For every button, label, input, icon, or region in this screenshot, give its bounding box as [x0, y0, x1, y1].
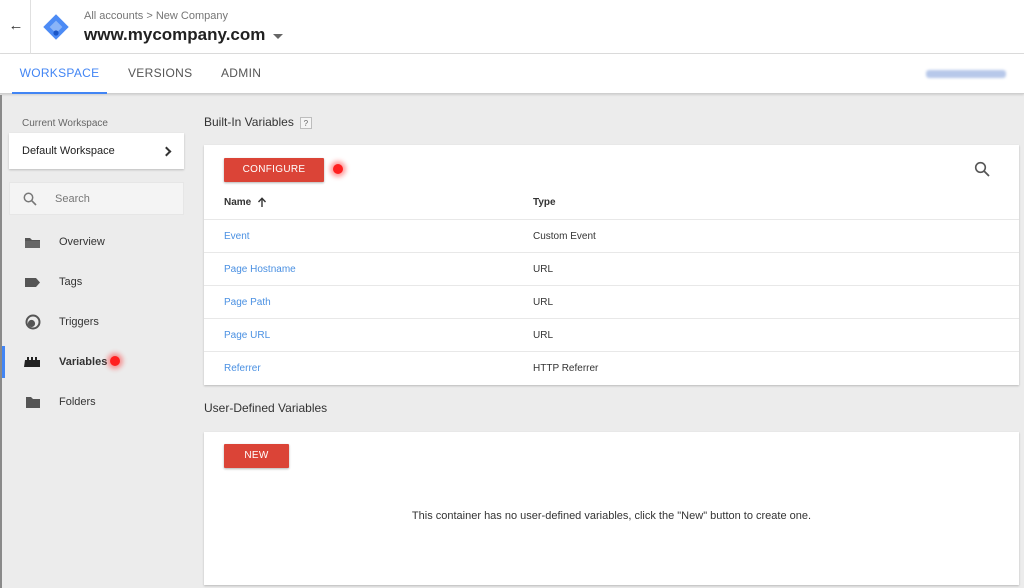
folder-icon — [24, 394, 41, 411]
table-row: Page URL URL — [204, 318, 1019, 351]
search-input[interactable] — [55, 192, 165, 205]
workspace-selector[interactable]: Default Workspace — [9, 133, 184, 169]
user-defined-variables-title: User-Defined Variables — [204, 401, 328, 415]
tab-versions[interactable]: VERSIONS — [128, 54, 192, 94]
builtin-variables-card: CONFIGURE Name Type Event Custom Event P… — [204, 145, 1019, 385]
variable-name-link[interactable]: Page Hostname — [224, 264, 296, 275]
breadcrumb[interactable]: All accounts > New Company — [84, 10, 228, 22]
arrow-left-icon[interactable]: ← — [6, 16, 26, 36]
builtin-variables-title: Built-In Variables? — [204, 115, 312, 129]
user-defined-variables-card: NEW This container has no user-defined v… — [204, 432, 1019, 585]
sidebar-search[interactable] — [9, 182, 184, 215]
column-header-name[interactable]: Name — [224, 197, 267, 208]
sidebar-item-tags[interactable]: Tags — [2, 266, 186, 298]
sidebar-item-overview[interactable]: Overview — [2, 226, 186, 258]
variable-name-link[interactable]: Referrer — [224, 363, 261, 374]
account-email-redacted[interactable] — [926, 70, 1006, 78]
arrow-up-icon — [258, 197, 267, 207]
variable-name-link[interactable]: Page URL — [224, 330, 270, 341]
tab-bar: WORKSPACE VERSIONS ADMIN — [0, 54, 1024, 94]
table-row: Event Custom Event — [204, 219, 1019, 252]
column-header-type[interactable]: Type — [533, 197, 556, 208]
search-icon[interactable] — [974, 161, 990, 177]
sidebar-item-label: Tags — [59, 276, 83, 288]
window-edge — [0, 95, 2, 588]
top-header: ← All accounts > New Company www.mycompa… — [0, 0, 1024, 54]
header-divider — [30, 0, 31, 54]
sidebar-item-variables[interactable]: Variables — [2, 346, 186, 378]
caret-down-icon — [273, 33, 284, 39]
sidebar-item-triggers[interactable]: Triggers — [2, 306, 186, 338]
tab-workspace[interactable]: WORKSPACE — [12, 54, 107, 94]
tag-icon — [24, 274, 41, 291]
variable-type: Custom Event — [533, 231, 596, 242]
table-row: Page Path URL — [204, 285, 1019, 318]
variable-name-link[interactable]: Event — [224, 231, 250, 242]
variable-type: URL — [533, 297, 554, 308]
new-variable-button[interactable]: NEW — [224, 444, 289, 468]
chevron-right-icon — [161, 146, 172, 156]
search-icon — [23, 192, 37, 206]
table-row: Page Hostname URL — [204, 252, 1019, 285]
sidebar-item-label: Overview — [59, 236, 105, 248]
container-selector[interactable]: www.mycompany.com — [84, 25, 284, 45]
sidebar-item-label: Variables — [59, 356, 108, 368]
container-name: www.mycompany.com — [84, 25, 266, 44]
empty-state-message: This container has no user-defined varia… — [411, 510, 812, 522]
sidebar-item-folders[interactable]: Folders — [2, 386, 186, 418]
variables-icon — [24, 354, 41, 371]
sidebar-item-label: Folders — [59, 396, 96, 408]
current-workspace-label: Current Workspace — [22, 118, 108, 129]
tag-manager-logo — [43, 14, 69, 40]
help-icon[interactable]: ? — [299, 116, 312, 129]
click-marker-dot — [333, 164, 343, 174]
builtin-variables-heading: Built-In Variables — [204, 115, 294, 129]
sidebar-item-label: Triggers — [59, 316, 99, 328]
folder-open-icon — [24, 234, 41, 251]
configure-button[interactable]: CONFIGURE — [224, 158, 324, 182]
column-header-name-label: Name — [224, 197, 252, 208]
trigger-icon — [24, 314, 41, 331]
table-row: Referrer HTTP Referrer — [204, 351, 1019, 384]
workspace-name: Default Workspace — [22, 145, 115, 157]
click-marker-dot — [110, 356, 120, 366]
variable-type: URL — [533, 330, 554, 341]
variable-type: HTTP Referrer — [533, 363, 599, 374]
tab-admin[interactable]: ADMIN — [221, 54, 261, 94]
variable-type: URL — [533, 264, 554, 275]
variable-name-link[interactable]: Page Path — [224, 297, 271, 308]
